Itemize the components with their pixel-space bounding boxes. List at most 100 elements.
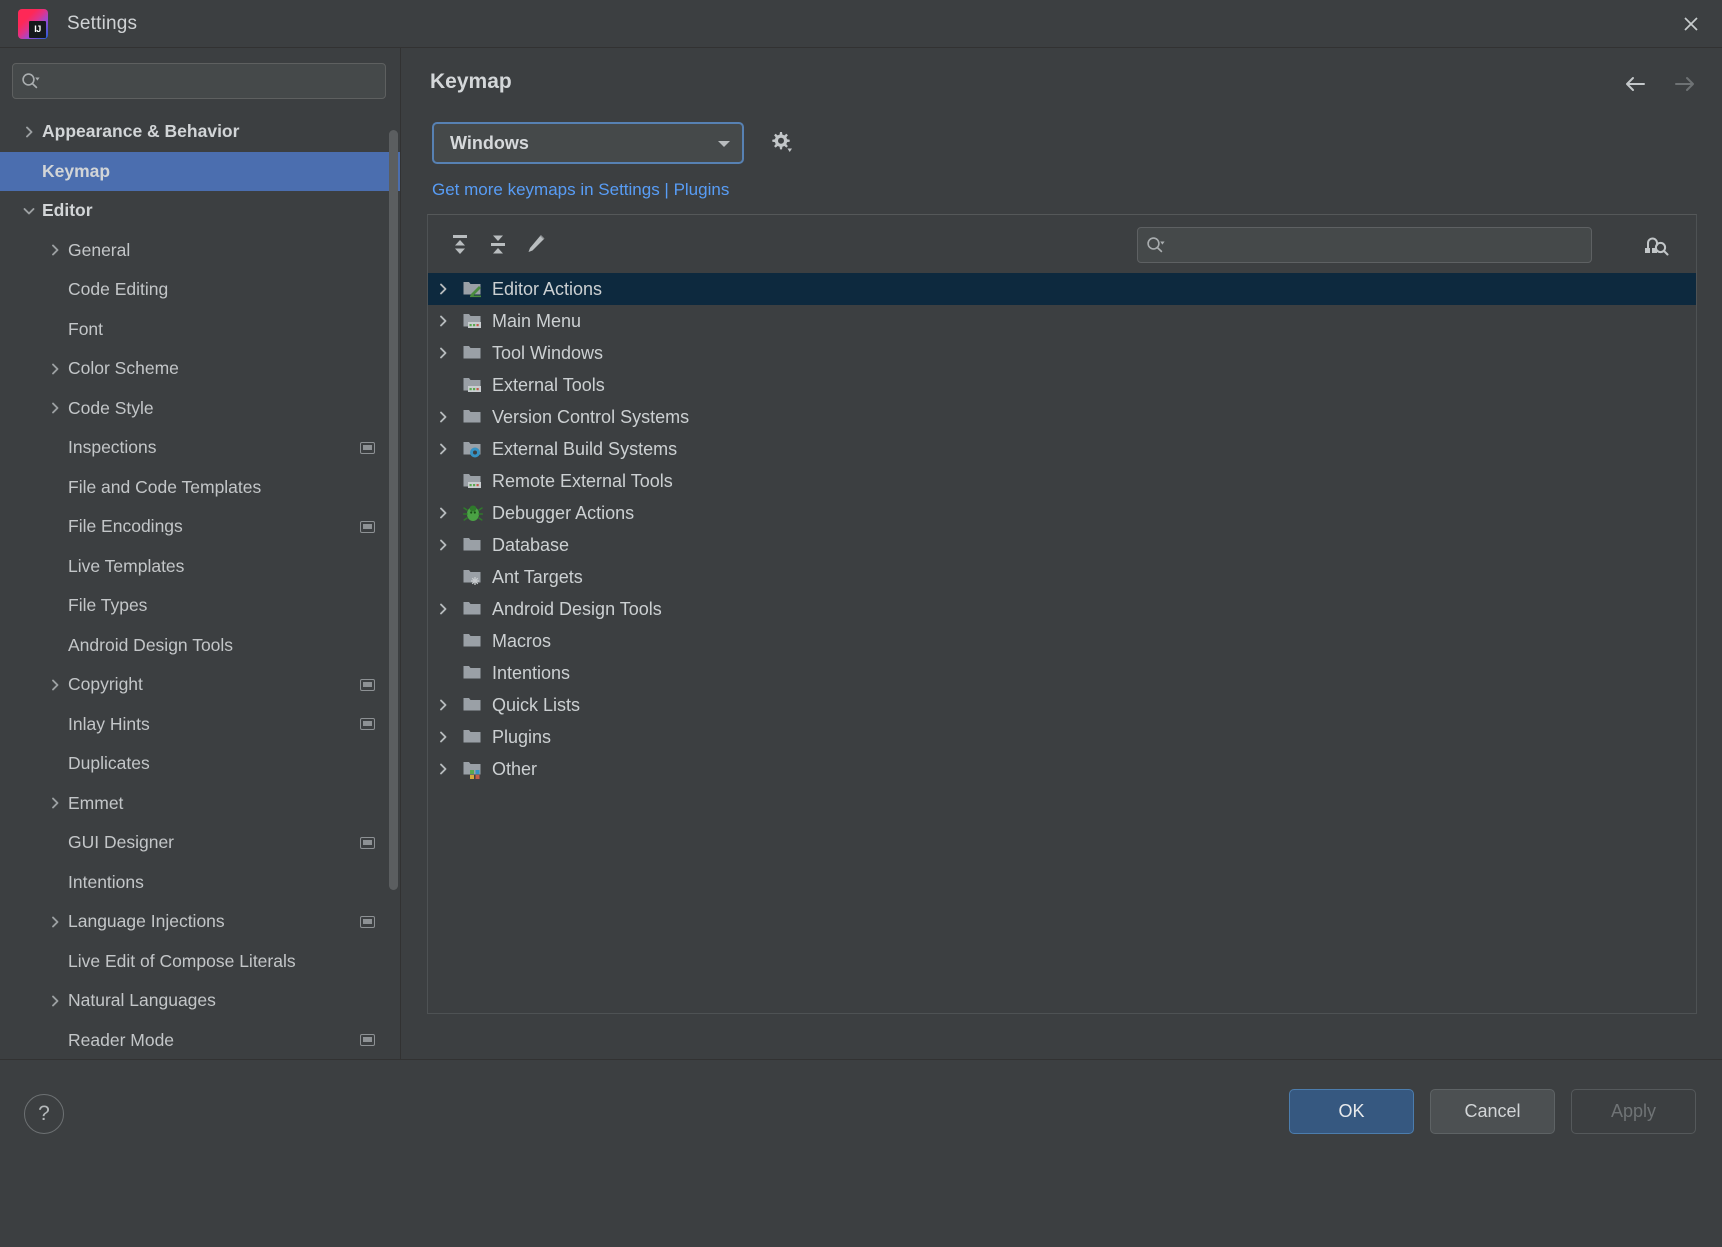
collapse-all-button[interactable] (479, 227, 517, 261)
table-row[interactable]: Plugins (428, 721, 1696, 753)
sidebar-item-file-types[interactable]: File Types (0, 586, 400, 626)
cancel-button[interactable]: Cancel (1430, 1089, 1555, 1134)
chevron-right-icon (52, 995, 59, 1007)
sidebar-item-live-edit-of-compose-literals[interactable]: Live Edit of Compose Literals (0, 942, 400, 982)
chevron-right-icon[interactable] (16, 124, 42, 140)
close-window-button[interactable] (1660, 0, 1722, 47)
get-more-keymaps-link[interactable]: Get more keymaps in Settings | Plugins (432, 180, 729, 200)
expand-all-button[interactable] (441, 227, 479, 261)
ok-button[interactable]: OK (1289, 1089, 1414, 1134)
sidebar-item-color-scheme[interactable]: Color Scheme (0, 349, 400, 389)
table-row[interactable]: Quick Lists (428, 689, 1696, 721)
navigate-forward-button[interactable] (1670, 70, 1700, 98)
sidebar-item-file-and-code-templates[interactable]: File and Code Templates (0, 468, 400, 508)
folder-icon (458, 406, 488, 428)
table-row[interactable]: Database (428, 529, 1696, 561)
chevron-down-icon[interactable] (16, 203, 42, 219)
pencil-icon (528, 235, 545, 252)
sidebar-search-input[interactable] (47, 72, 377, 90)
sidebar-item-inspections[interactable]: Inspections (0, 428, 400, 468)
sidebar-item-editor[interactable]: Editor (0, 191, 400, 231)
find-by-shortcut-button[interactable] (1636, 227, 1674, 263)
sidebar-item-language-injections[interactable]: Language Injections (0, 902, 400, 942)
sidebar-item-inlay-hints[interactable]: Inlay Hints (0, 705, 400, 745)
table-row[interactable]: Other (428, 753, 1696, 785)
sidebar-item-appearance-behavior[interactable]: Appearance & Behavior (0, 112, 400, 152)
chevron-right-icon[interactable] (428, 409, 458, 425)
sidebar-item-label: Inspections (68, 437, 157, 458)
chevron-right-icon[interactable] (428, 729, 458, 745)
sidebar-item-android-design-tools[interactable]: Android Design Tools (0, 626, 400, 666)
dialog-button-group: OK Cancel Apply (1289, 1089, 1696, 1134)
table-row[interactable]: Main Menu (428, 305, 1696, 337)
sidebar-item-code-editing[interactable]: Code Editing (0, 270, 400, 310)
edit-shortcut-button[interactable] (517, 227, 555, 261)
chevron-right-icon (52, 244, 59, 256)
table-row[interactable]: Tool Windows (428, 337, 1696, 369)
bug-icon (458, 502, 488, 524)
chevron-right-icon[interactable] (428, 761, 458, 777)
table-row[interactable]: Version Control Systems (428, 401, 1696, 433)
chevron-right-icon[interactable] (42, 993, 68, 1009)
sidebar-item-emmet[interactable]: Emmet (0, 784, 400, 824)
sidebar-item-file-encodings[interactable]: File Encodings (0, 507, 400, 547)
chevron-right-icon[interactable] (42, 361, 68, 377)
arrow-left-icon (1626, 77, 1645, 91)
chevron-right-icon[interactable] (428, 601, 458, 617)
sidebar-item-intentions[interactable]: Intentions (0, 863, 400, 903)
sidebar-item-keymap[interactable]: Keymap (0, 151, 400, 191)
keymap-settings-button[interactable] (765, 127, 797, 159)
sidebar-item-reader-mode[interactable]: Reader Mode (0, 1021, 400, 1060)
project-scope-badge-icon (360, 678, 375, 691)
help-button[interactable]: ? (24, 1094, 64, 1134)
search-icon (21, 72, 41, 90)
folder-icon (458, 662, 488, 684)
sidebar-item-label: Code Editing (68, 279, 169, 300)
keymap-search-input[interactable] (1172, 236, 1583, 254)
sidebar-scrollbar[interactable] (389, 130, 398, 890)
sidebar-item-live-templates[interactable]: Live Templates (0, 547, 400, 587)
table-row[interactable]: Ant Targets (428, 561, 1696, 593)
sidebar-item-general[interactable]: General (0, 231, 400, 271)
table-row[interactable]: External Tools (428, 369, 1696, 401)
sidebar-item-label: Natural Languages (68, 990, 216, 1011)
keymap-tree-toolbar (428, 215, 1696, 273)
chevron-right-icon[interactable] (428, 537, 458, 553)
sidebar-search-field[interactable] (12, 63, 386, 99)
folder-editor-icon (463, 282, 481, 298)
folder-icon (463, 346, 481, 359)
chevron-right-icon[interactable] (428, 313, 458, 329)
chevron-right-icon[interactable] (42, 400, 68, 416)
sidebar-item-gui-designer[interactable]: GUI Designer (0, 823, 400, 863)
folder-icon (463, 698, 481, 711)
sidebar-item-natural-languages[interactable]: Natural Languages (0, 981, 400, 1021)
table-row[interactable]: Debugger Actions (428, 497, 1696, 529)
table-row[interactable]: Remote External Tools (428, 465, 1696, 497)
chevron-right-icon[interactable] (428, 505, 458, 521)
keymap-search-field[interactable] (1137, 227, 1592, 263)
folder-build-icon (458, 438, 488, 460)
sidebar-item-font[interactable]: Font (0, 310, 400, 350)
sidebar-item-duplicates[interactable]: Duplicates (0, 744, 400, 784)
chevron-right-icon[interactable] (428, 281, 458, 297)
table-row[interactable]: Intentions (428, 657, 1696, 689)
sidebar-item-label: Font (68, 318, 104, 339)
chevron-right-icon[interactable] (42, 795, 68, 811)
sidebar-item-copyright[interactable]: Copyright (0, 665, 400, 705)
chevron-right-icon[interactable] (428, 441, 458, 457)
table-row[interactable]: Macros (428, 625, 1696, 657)
keymap-dropdown[interactable]: Windows (432, 122, 744, 164)
navigate-back-button[interactable] (1620, 70, 1650, 98)
keymap-tree-container: Editor Actions Main Menu Tool Windows Exter… (427, 214, 1697, 1014)
table-row[interactable]: Editor Actions (428, 273, 1696, 305)
table-row[interactable]: External Build Systems (428, 433, 1696, 465)
table-row[interactable]: Android Design Tools (428, 593, 1696, 625)
chevron-right-icon[interactable] (428, 697, 458, 713)
chevron-right-icon[interactable] (42, 914, 68, 930)
chevron-right-icon[interactable] (42, 677, 68, 693)
chevron-right-icon[interactable] (42, 242, 68, 258)
chevron-right-icon[interactable] (428, 345, 458, 361)
sidebar-item-code-style[interactable]: Code Style (0, 389, 400, 429)
folder-ant-icon (463, 570, 481, 585)
folder-icon (458, 342, 488, 364)
